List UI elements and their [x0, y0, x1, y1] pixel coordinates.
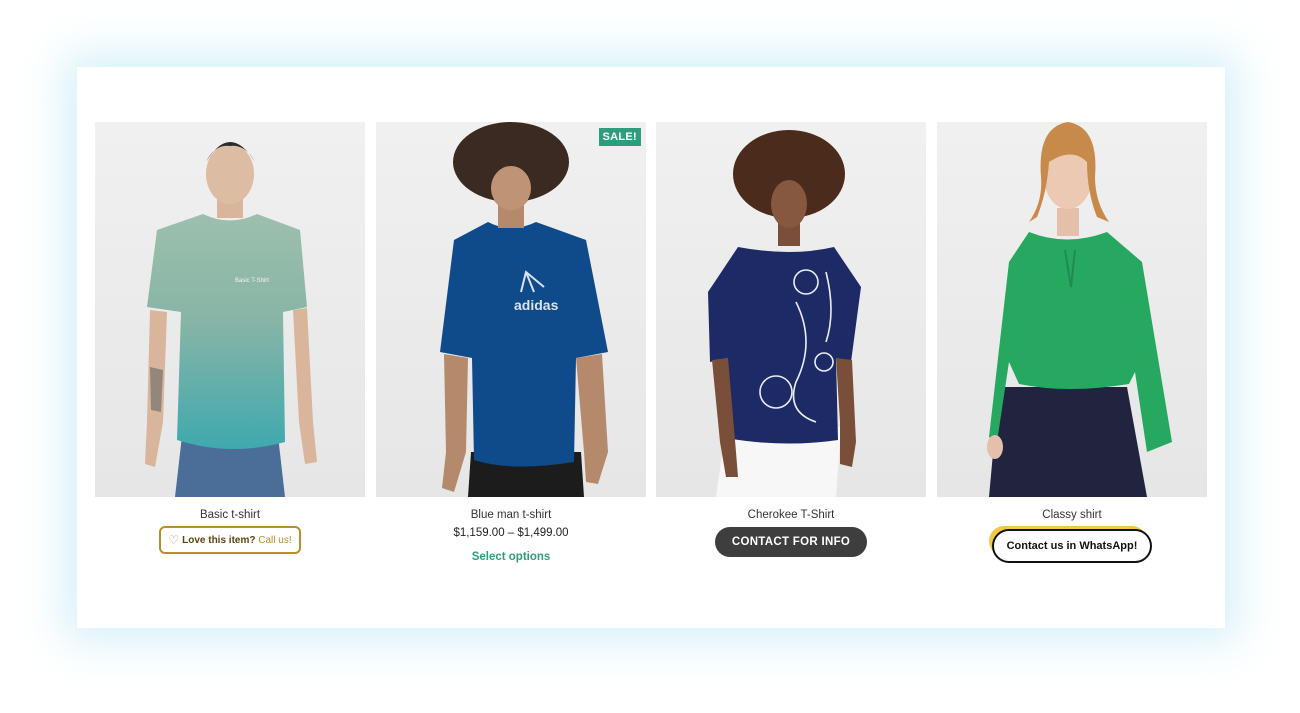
product-image[interactable]: Basic T-Shirt: [95, 122, 365, 497]
svg-text:Basic T-Shirt: Basic T-Shirt: [235, 278, 269, 284]
product-photo: Basic T-Shirt: [145, 142, 317, 497]
product-grid-card: Basic T-Shirt Basic t-shirt ♡ Love this i…: [77, 67, 1225, 628]
svg-text:adidas: adidas: [514, 297, 559, 313]
whatsapp-contact-wrapper: Contact us in WhatsApp!: [988, 526, 1153, 563]
product-photo: [708, 130, 861, 497]
product-image[interactable]: [937, 122, 1207, 497]
product-title[interactable]: Basic t-shirt: [95, 509, 365, 521]
product-photo: [987, 122, 1172, 497]
product-card-basic-tshirt: Basic T-Shirt Basic t-shirt ♡ Love this i…: [95, 122, 365, 554]
product-image[interactable]: [656, 122, 926, 497]
product-price-range: $1,159.00 – $1,499.00: [453, 527, 569, 539]
select-options-link[interactable]: Select options: [472, 551, 551, 563]
product-title[interactable]: Classy shirt: [937, 509, 1207, 521]
love-call-button[interactable]: ♡ Love this item? Call us!: [159, 526, 301, 554]
product-photo: adidas: [440, 122, 608, 497]
product-card-classy-shirt: Classy shirt Contact us in WhatsApp!: [937, 122, 1207, 563]
product-image[interactable]: adidas SALE!: [376, 122, 646, 497]
product-card-blue-man-tshirt: adidas SALE! Blue man t-shirt $1,159.00 …: [376, 122, 646, 565]
whatsapp-contact-button[interactable]: Contact us in WhatsApp!: [991, 529, 1153, 563]
product-card-cherokee-tshirt: Cherokee T-Shirt CONTACT FOR INFO: [656, 122, 926, 557]
sale-badge: SALE!: [598, 128, 641, 146]
heart-outline-icon: ♡: [168, 533, 180, 547]
product-title[interactable]: Blue man t-shirt: [376, 509, 646, 521]
contact-for-info-button[interactable]: CONTACT FOR INFO: [714, 527, 868, 557]
product-title[interactable]: Cherokee T-Shirt: [656, 509, 926, 521]
